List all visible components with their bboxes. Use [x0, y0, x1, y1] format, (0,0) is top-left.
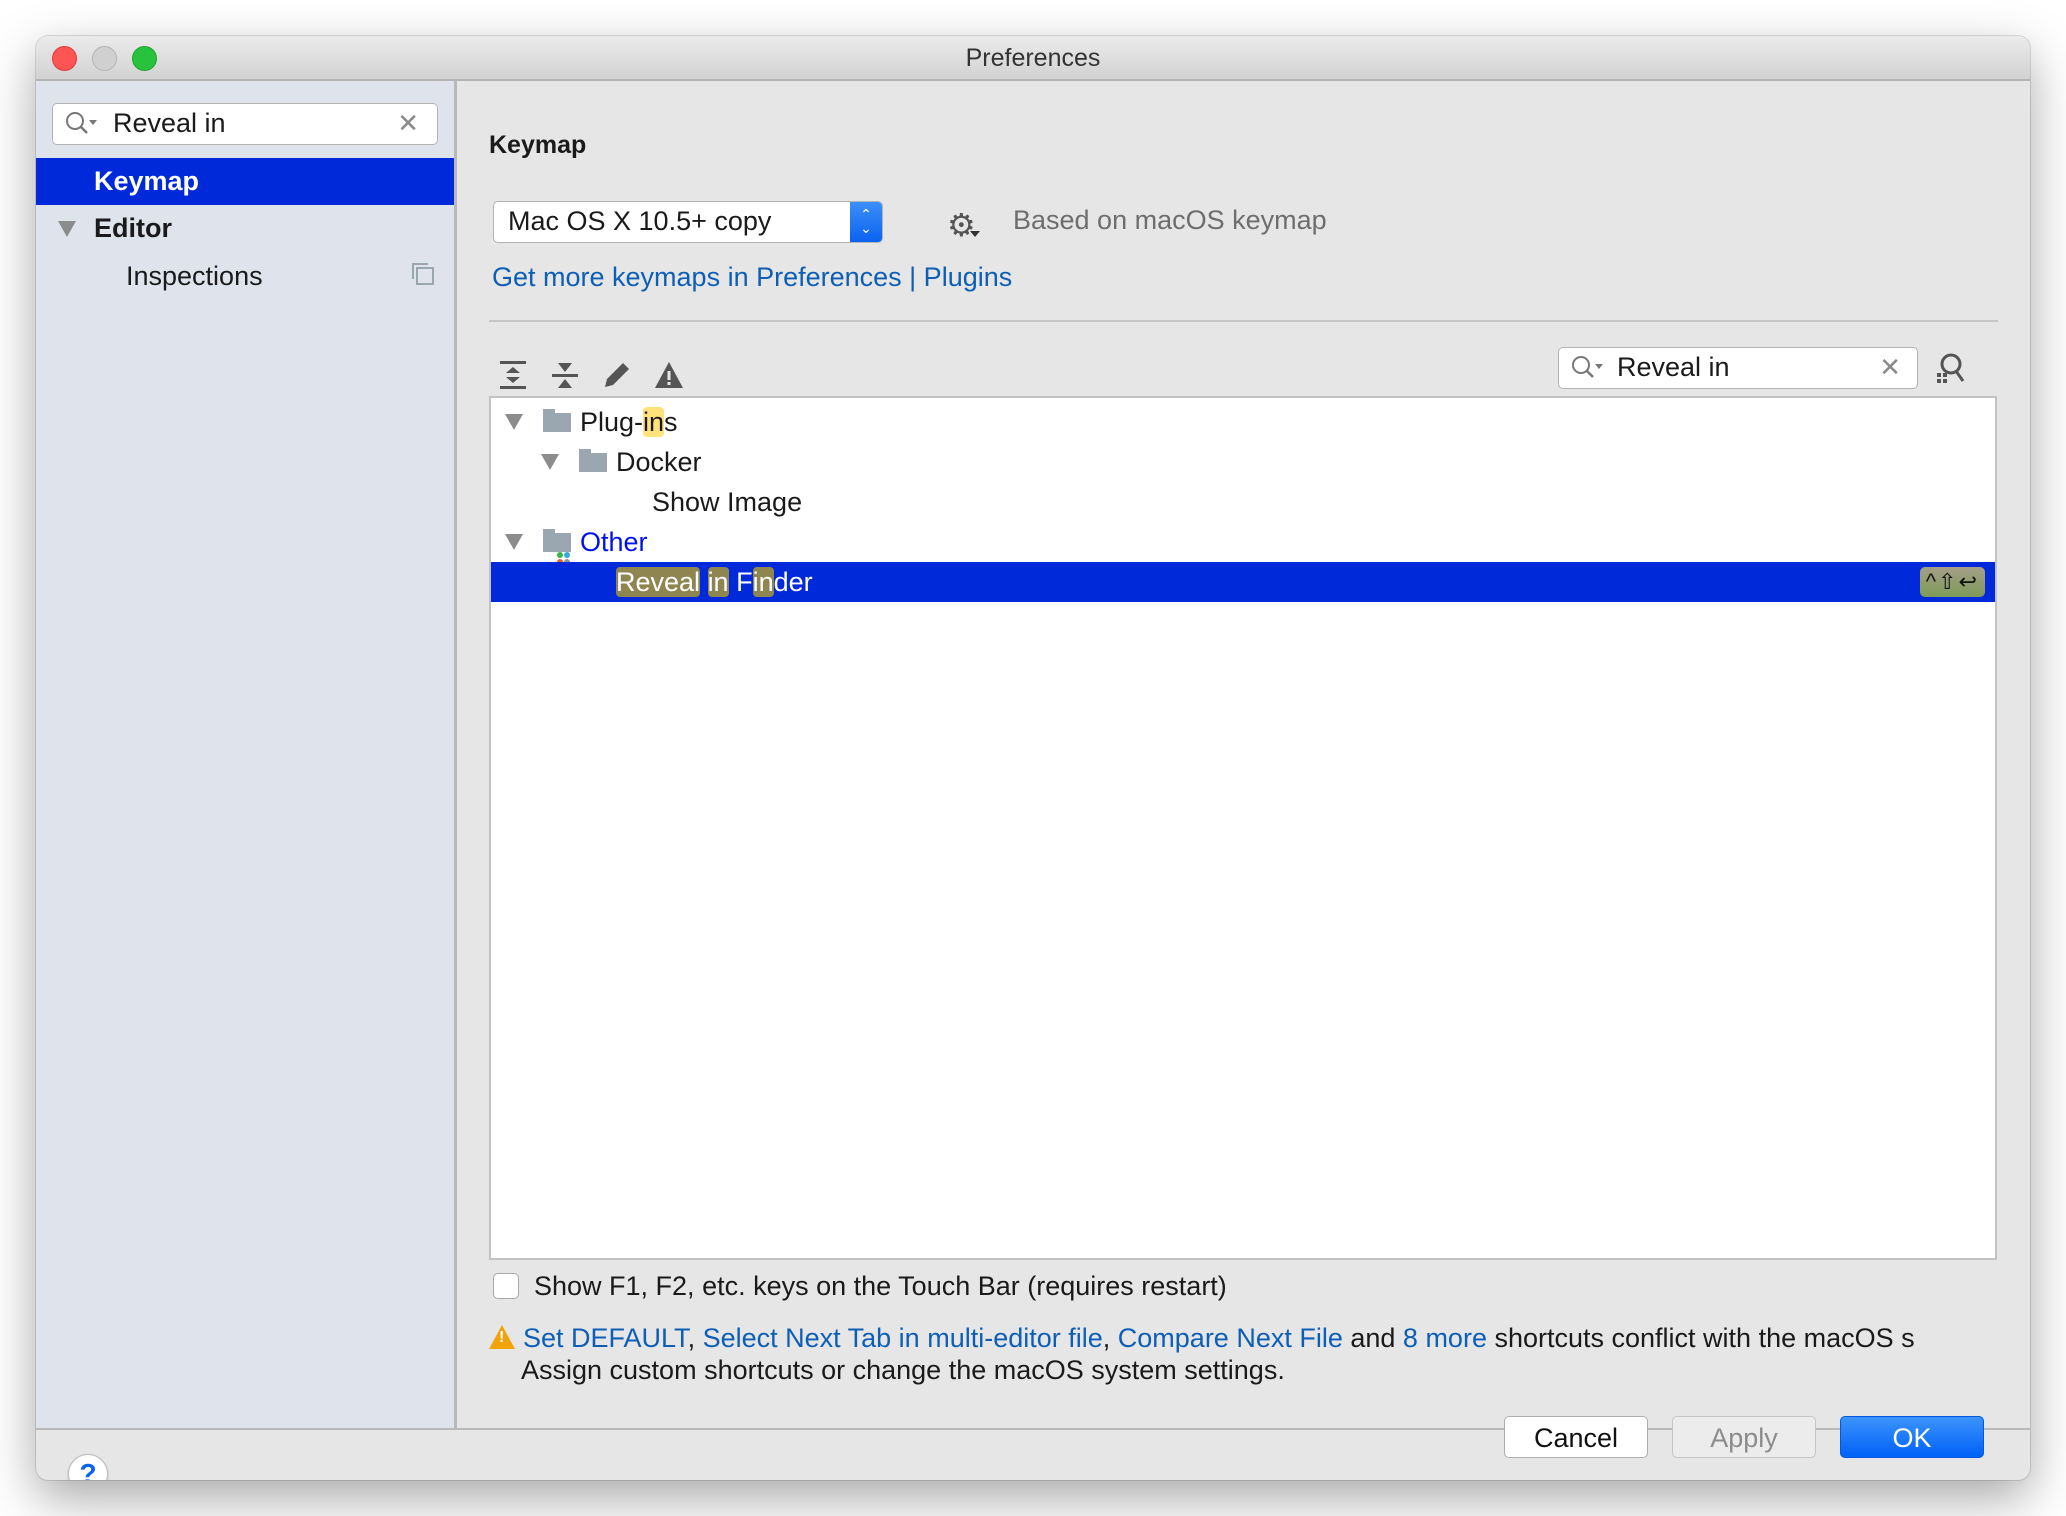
- conflict-link-compare-next-file[interactable]: Compare Next File: [1118, 1323, 1343, 1353]
- conflict-link-select-next-tab[interactable]: Select Next Tab in multi-editor file: [703, 1323, 1103, 1353]
- based-on-label: Based on macOS keymap: [1013, 205, 1327, 235]
- help-button[interactable]: ?: [68, 1454, 108, 1480]
- tree-row-reveal-in-finder[interactable]: Reveal in Finder ^⇧↩: [491, 562, 1995, 602]
- settings-search-value: Reveal in: [113, 108, 226, 138]
- folder-icon: [579, 449, 607, 472]
- gear-dropdown-caret-icon: [970, 231, 980, 237]
- find-by-shortcut-icon[interactable]: [1933, 351, 1967, 385]
- clear-search-icon[interactable]: ✕: [397, 108, 419, 139]
- keymap-filter-input[interactable]: Reveal in ✕: [1558, 347, 1918, 389]
- search-icon: [1572, 356, 1603, 378]
- tree-row-label: Other: [580, 527, 648, 557]
- tree-row-label: Show Image: [652, 487, 803, 517]
- expand-triangle-icon[interactable]: [58, 221, 76, 237]
- tree-row-label: Docker: [616, 447, 702, 477]
- expand-triangle-icon[interactable]: [505, 534, 523, 550]
- cancel-button[interactable]: Cancel: [1504, 1416, 1648, 1458]
- page-title: Keymap: [489, 131, 587, 159]
- clear-filter-icon[interactable]: ✕: [1879, 352, 1901, 383]
- touchbar-checkbox[interactable]: [493, 1273, 519, 1299]
- keymap-select-value: Mac OS X 10.5+ copy: [508, 206, 772, 236]
- sidebar-item-editor[interactable]: Editor: [36, 205, 454, 252]
- search-icon: [66, 112, 97, 134]
- get-more-keymaps-link[interactable]: Get more keymaps in Preferences | Plugin…: [492, 262, 1012, 293]
- tree-row-docker[interactable]: Docker: [491, 442, 1995, 482]
- expand-triangle-icon[interactable]: [505, 414, 523, 430]
- expand-triangle-icon[interactable]: [541, 454, 559, 470]
- tree-row-show-image[interactable]: Show Image: [491, 482, 1995, 522]
- select-arrows-icon: ⌃ ⌄: [850, 202, 882, 242]
- conflict-warning: Set DEFAULT, Select Next Tab in multi-ed…: [489, 1323, 1965, 1354]
- preferences-window: Preferences Reveal in ✕ Keymap Editor In…: [36, 36, 2030, 1480]
- sidebar: Reveal in ✕ Keymap Editor Inspections: [36, 81, 457, 1428]
- settings-search-input[interactable]: Reveal in ✕: [52, 103, 438, 145]
- warning-icon: [489, 1325, 515, 1349]
- ok-button[interactable]: OK: [1840, 1416, 1984, 1458]
- title-bar: Preferences: [36, 36, 2030, 81]
- expand-all-icon[interactable]: [497, 359, 529, 391]
- sidebar-item-label: Keymap: [94, 166, 200, 196]
- folder-icon: [543, 409, 571, 432]
- conflict-link-more[interactable]: 8 more: [1403, 1323, 1487, 1353]
- other-folder-icon: [543, 529, 571, 565]
- keymap-select[interactable]: Mac OS X 10.5+ copy ⌃ ⌄: [493, 201, 883, 243]
- conflict-hint: Assign custom shortcuts or change the ma…: [521, 1355, 1285, 1385]
- keymap-filter-value: Reveal in: [1617, 352, 1730, 382]
- tree-row-plugins[interactable]: Plug-ins: [491, 402, 1995, 442]
- collapse-all-icon[interactable]: [549, 359, 581, 391]
- sidebar-item-keymap[interactable]: Keymap: [36, 158, 454, 205]
- tree-row-other[interactable]: Other: [491, 522, 1995, 565]
- project-scope-icon: [412, 263, 434, 285]
- gear-icon[interactable]: ⚙: [947, 206, 976, 244]
- keymap-tree[interactable]: Plug-ins Docker Show Image Other Reveal …: [489, 396, 1997, 1260]
- edit-icon[interactable]: [601, 359, 633, 391]
- tree-row-label: Reveal in Finder: [616, 567, 813, 597]
- sidebar-item-label: Inspections: [126, 261, 263, 291]
- touchbar-checkbox-label[interactable]: Show F1, F2, etc. keys on the Touch Bar …: [534, 1271, 1227, 1302]
- sidebar-item-label: Editor: [94, 213, 172, 243]
- conflict-link-set-default[interactable]: Set DEFAULT: [523, 1323, 688, 1353]
- keymap-panel: Keymap Mac OS X 10.5+ copy ⌃ ⌄ ⚙ Based on…: [457, 81, 2030, 1428]
- divider: [489, 320, 1998, 322]
- apply-button[interactable]: Apply: [1672, 1416, 1816, 1458]
- sidebar-item-inspections[interactable]: Inspections: [36, 253, 454, 300]
- conflicts-warning-icon[interactable]: [653, 359, 685, 391]
- shortcut-badge: ^⇧↩: [1919, 567, 1985, 597]
- tree-row-label: Plug-ins: [580, 407, 678, 437]
- window-title: Preferences: [965, 44, 1101, 72]
